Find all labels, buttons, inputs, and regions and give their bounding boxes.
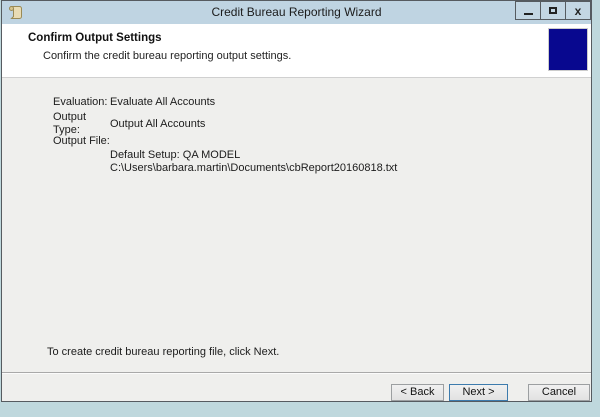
page-subtitle: Confirm the credit bureau reporting outp…	[43, 50, 292, 62]
back-button[interactable]: < Back	[391, 384, 444, 401]
output-type-label: Output Type:	[53, 111, 87, 136]
title-bar: Credit Bureau Reporting Wizard x	[2, 1, 591, 24]
close-button[interactable]: x	[565, 1, 591, 20]
wizard-header: Confirm Output Settings Confirm the cred…	[2, 24, 591, 78]
evaluation-label: Evaluation:	[53, 96, 108, 108]
output-file-setup: Default Setup: QA MODEL	[110, 149, 241, 161]
window-controls: x	[515, 1, 591, 20]
output-type-value: Output All Accounts	[110, 118, 206, 130]
next-button[interactable]: Next >	[449, 384, 508, 401]
footer-separator	[2, 372, 591, 374]
evaluation-value: Evaluate All Accounts	[110, 96, 216, 108]
output-file-path: C:\Users\barbara.martin\Documents\cbRepo…	[110, 162, 398, 174]
wizard-content: Evaluation: Evaluate All Accounts Output…	[2, 78, 591, 401]
minimize-button[interactable]	[515, 1, 541, 20]
wizard-window: Credit Bureau Reporting Wizard x Confirm…	[1, 0, 592, 402]
maximize-icon	[549, 7, 557, 14]
close-icon: x	[574, 3, 582, 18]
output-file-label: Output File:	[53, 135, 110, 147]
window-title: Credit Bureau Reporting Wizard	[211, 5, 382, 19]
minimize-icon	[523, 12, 533, 15]
maximize-button[interactable]	[540, 1, 566, 20]
wizard-badge-square	[548, 28, 588, 71]
instruction-text: To create credit bureau reporting file, …	[47, 346, 280, 358]
cancel-button[interactable]: Cancel	[528, 384, 590, 401]
page-title: Confirm Output Settings	[28, 32, 162, 44]
